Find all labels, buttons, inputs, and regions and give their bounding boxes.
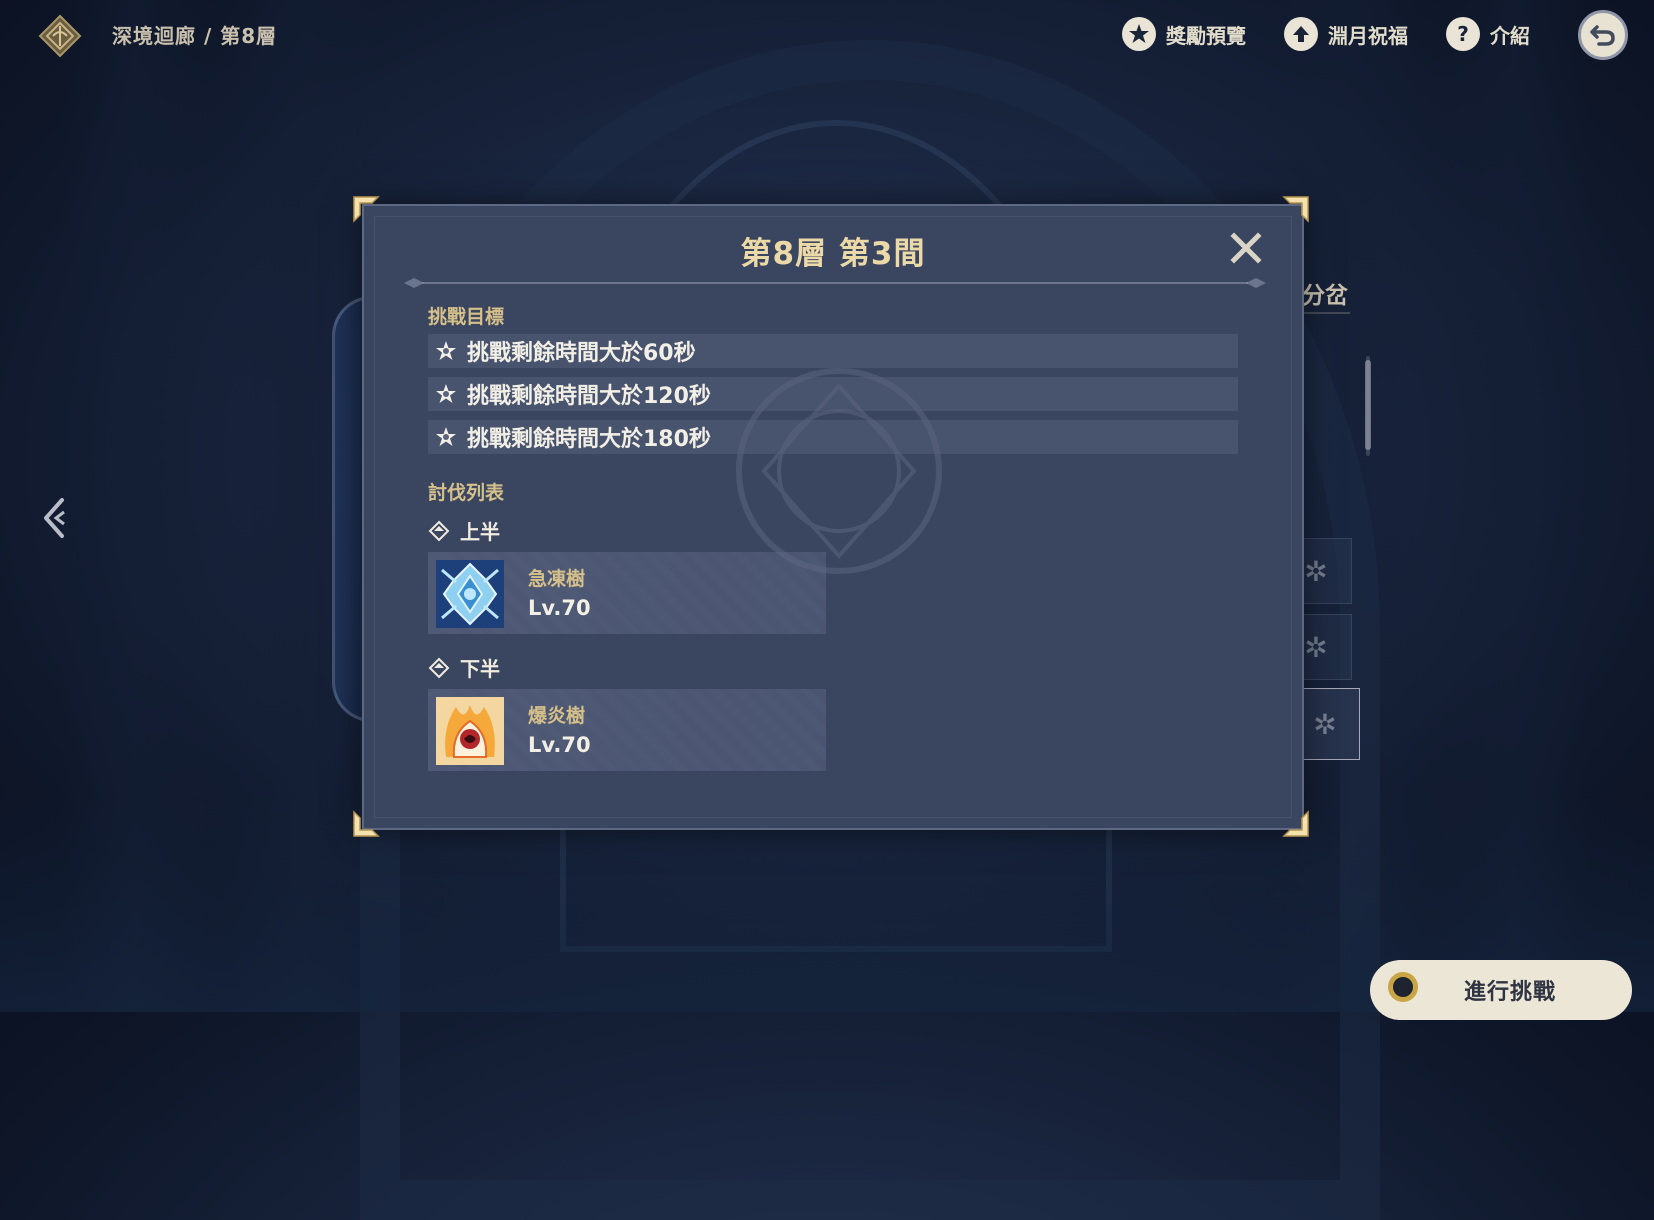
chamber-detail-dialog: 第8層 第3間 挑戰目標 挑戰剩餘時間大於60秒 挑戰剩餘時間大於120秒 挑戰…: [362, 204, 1304, 830]
dialog-title: 第8層 第3間: [740, 236, 926, 272]
half-label-text: 上半: [460, 520, 500, 544]
goal-row: 挑戰剩餘時間大於180秒: [428, 420, 1238, 454]
return-arrow-icon: [1590, 25, 1615, 46]
intro-button[interactable]: ? 介紹: [1446, 16, 1530, 52]
start-challenge-label: 進行挑戰: [1464, 980, 1557, 1005]
cryo-regisvine-portrait: [436, 560, 504, 628]
star-badge-icon: [1122, 17, 1156, 51]
back-button[interactable]: [1578, 10, 1628, 60]
challenge-goals-label: 挑戰目標: [428, 306, 505, 328]
star-icon: ✲: [1313, 707, 1337, 741]
diamond-icon: [428, 657, 450, 678]
enemy-card[interactable]: 爆炎樹 Lv.70: [428, 689, 826, 771]
corner-ornament-icon: [353, 196, 380, 223]
rewards-preview-label: 獎勵預覽: [1166, 23, 1246, 48]
corner-ornament-icon: [1282, 196, 1309, 223]
moon-blessing-label: 淵月祝福: [1328, 23, 1408, 48]
enemy-level: Lv.70: [528, 596, 591, 620]
star-icon: [436, 341, 456, 360]
enemy-name: 爆炎樹: [528, 705, 586, 727]
goal-text: 挑戰剩餘時間大於180秒: [467, 427, 711, 452]
corner-ornament-icon: [353, 810, 380, 837]
abyss-emblem-icon: [38, 14, 82, 58]
star-icon: [436, 427, 456, 446]
close-x-icon[interactable]: [1226, 228, 1266, 268]
goal-row: 挑戰剩餘時間大於120秒: [428, 377, 1238, 411]
enemy-name: 急凍樹: [528, 568, 586, 590]
half-label-text: 下半: [460, 657, 500, 681]
scrollbar-thumb[interactable]: [1365, 360, 1371, 450]
previous-chamber-arrow-icon[interactable]: [40, 496, 70, 540]
up-arrow-circle-icon: [1284, 17, 1318, 51]
question-circle-icon: ?: [1446, 17, 1480, 51]
enemy-list-label: 討伐列表: [428, 482, 505, 504]
first-half-label: 上半: [428, 516, 500, 545]
intro-label: 介紹: [1490, 23, 1530, 48]
star-icon: ✲: [1304, 554, 1328, 588]
corner-ornament-icon: [1282, 810, 1309, 837]
branch-label: 分岔: [1302, 283, 1348, 309]
title-divider: [404, 278, 1266, 288]
rewards-preview-button[interactable]: 獎勵預覽: [1122, 16, 1246, 52]
top-bar: 深境迴廊 / 第8層 獎勵預覽 淵月祝福 ? 介紹: [0, 0, 1654, 70]
start-challenge-button[interactable]: 進行挑戰: [1370, 960, 1632, 1020]
goal-text: 挑戰剩餘時間大於120秒: [467, 384, 711, 409]
goal-row: 挑戰剩餘時間大於60秒: [428, 334, 1238, 368]
enemy-card[interactable]: 急凍樹 Lv.70: [428, 552, 826, 634]
star-icon: ✲: [1304, 630, 1328, 664]
challenge-ring-icon: [1388, 972, 1418, 1002]
goal-text: 挑戰剩餘時間大於60秒: [467, 341, 696, 366]
enemy-level: Lv.70: [528, 733, 591, 757]
moon-blessing-button[interactable]: 淵月祝福: [1284, 16, 1408, 52]
second-half-label: 下半: [428, 653, 500, 682]
pyro-regisvine-portrait: [436, 697, 504, 765]
diamond-icon: [428, 520, 450, 541]
breadcrumb: 深境迴廊 / 第8層: [112, 24, 278, 48]
star-icon: [436, 384, 456, 403]
